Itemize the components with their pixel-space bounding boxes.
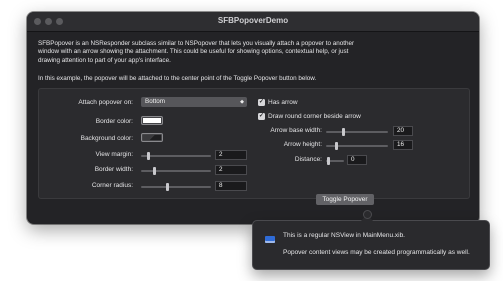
view-margin-slider-knob[interactable] <box>147 152 150 160</box>
description-line-1: SFBPopover is an NSResponder subclass si… <box>38 40 355 47</box>
view-margin-label: View margin: <box>95 151 133 158</box>
window-title: SFBPopoverDemo <box>217 16 289 25</box>
draw-round-corner-label: Draw round corner beside arrow <box>268 113 361 120</box>
view-margin-field[interactable]: 2 <box>215 150 247 160</box>
nsview-icon <box>265 236 275 243</box>
description-line-3: drawing attention to part of your app's … <box>38 56 171 64</box>
border-color-label: Border color: <box>95 118 133 125</box>
description-example-text: In this example, the popover will be att… <box>38 75 317 82</box>
has-arrow-label: Has arrow <box>268 99 298 106</box>
arrow-height-label: Arrow height: <box>283 141 322 148</box>
draw-round-corner-checkbox[interactable]: ✓ <box>258 113 265 120</box>
arrow-base-width-label: Arrow base width: <box>270 127 322 134</box>
main-window: SFBPopoverDemo SFBPopover is an NSRespon… <box>27 12 479 224</box>
background-color-label: Background color: <box>80 135 133 142</box>
checkmark-icon: ✓ <box>258 99 265 105</box>
description-line-2: window with an arrow showing the attachm… <box>38 48 349 56</box>
corner-radius-slider-track[interactable] <box>141 186 211 188</box>
arrow-height-field[interactable]: 16 <box>393 140 413 150</box>
corner-radius-field[interactable]: 8 <box>215 181 247 191</box>
titlebar: SFBPopoverDemo <box>27 12 479 32</box>
view-margin-slider-track[interactable] <box>141 155 211 157</box>
arrow-base-width-slider-track[interactable] <box>326 131 388 133</box>
popover: This is a regular NSView in MainMenu.xib… <box>252 220 490 270</box>
has-arrow-checkbox[interactable]: ✓ <box>258 99 265 106</box>
border-color-well[interactable] <box>141 116 163 125</box>
attach-popover-label: Attach popover on: <box>78 99 133 106</box>
border-width-slider-track[interactable] <box>141 170 211 172</box>
border-width-slider-knob[interactable] <box>153 167 156 175</box>
popover-line-1: This is a regular NSView in MainMenu.xib… <box>283 232 405 239</box>
border-width-field[interactable]: 2 <box>215 165 247 175</box>
distance-field[interactable]: 0 <box>347 155 367 165</box>
attach-popover-popup[interactable]: Bottom ◆ <box>141 97 247 107</box>
arrow-base-width-slider-knob[interactable] <box>342 128 345 136</box>
background-color-swatch <box>143 135 161 140</box>
corner-radius-label: Corner radius: <box>91 182 133 189</box>
popover-line-2: Popover content views may be created pro… <box>283 249 470 256</box>
distance-label: Distance: <box>294 156 322 163</box>
attach-popover-value: Bottom <box>145 98 165 105</box>
toggle-popover-button[interactable]: Toggle Popover <box>316 194 374 205</box>
border-color-swatch <box>143 118 161 123</box>
arrow-base-width-field[interactable]: 20 <box>393 126 413 136</box>
updown-chevron-icon: ◆ <box>240 99 244 105</box>
settings-box: Attach popover on: Bottom ◆ Border color… <box>38 88 470 199</box>
description-text: SFBPopover is an NSResponder subclass si… <box>38 40 468 65</box>
popover-anchor-dot <box>363 210 372 219</box>
checkmark-icon: ✓ <box>258 113 265 119</box>
corner-radius-slider-knob[interactable] <box>166 183 169 191</box>
background-color-well[interactable] <box>141 133 163 142</box>
border-width-label: Border width: <box>94 166 133 173</box>
distance-slider-knob[interactable] <box>327 157 330 165</box>
arrow-height-slider-knob[interactable] <box>335 142 338 150</box>
